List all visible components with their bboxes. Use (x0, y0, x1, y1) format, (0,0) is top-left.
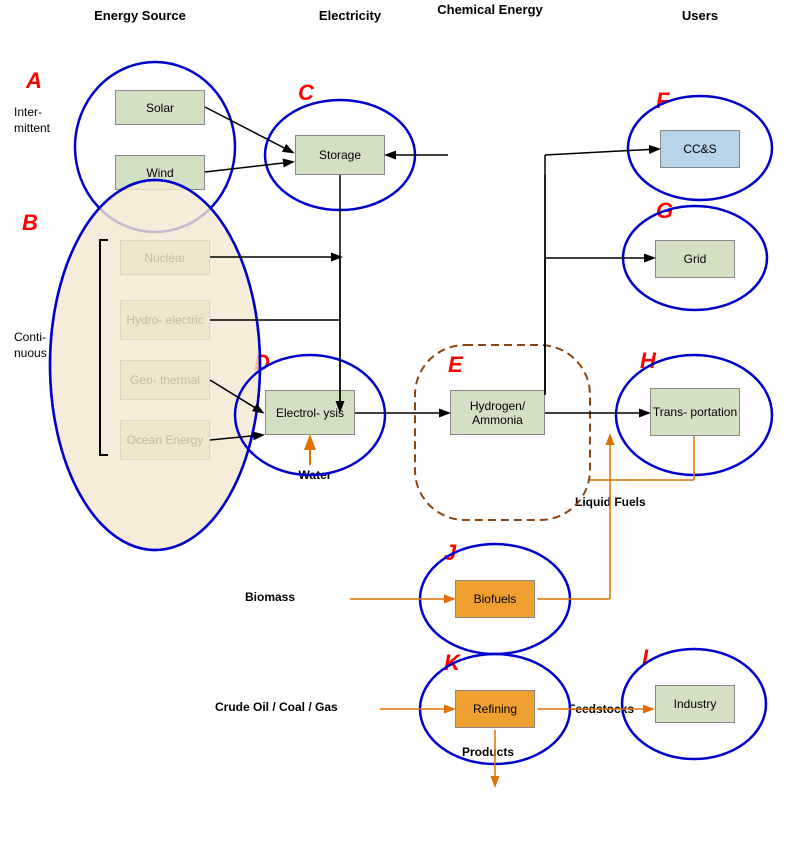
group-K-label: K (444, 650, 460, 676)
geo-box: Geo- thermal (120, 360, 210, 400)
group-C-label: C (298, 80, 314, 106)
hydrogen-box: Hydrogen/ Ammonia (450, 390, 545, 435)
header-energy-source: Energy Source (60, 8, 220, 23)
ccs-box: CC&S (660, 130, 740, 168)
header-users: Users (640, 8, 760, 23)
diagram: Energy Source Electricity Chemical Energ… (0, 0, 800, 863)
intermittent-label: Inter-mittent (14, 105, 56, 136)
biofuels-box: Biofuels (455, 580, 535, 618)
group-I-label: I (642, 645, 648, 671)
refining-box: Refining (455, 690, 535, 728)
continuous-label: Conti-nuous (14, 330, 56, 361)
storage-box: Storage (295, 135, 385, 175)
group-E-label: E (448, 352, 463, 378)
group-F-label: F (656, 88, 669, 114)
industry-box: Industry (655, 685, 735, 723)
products-label: Products (462, 745, 514, 759)
group-H-label: H (640, 348, 656, 374)
header-chemical-energy: Chemical Energy (430, 2, 550, 17)
header-electricity: Electricity (300, 8, 400, 23)
group-G-label: G (656, 198, 673, 224)
group-A-label: A (26, 68, 42, 94)
nuclear-box: Nuclear (120, 240, 210, 275)
group-B-label: B (22, 210, 38, 236)
group-J-label: J (444, 540, 456, 566)
ocean-box: Ocean Energy (120, 420, 210, 460)
solar-box: Solar (115, 90, 205, 125)
feedstocks-label: Feedstocks (568, 702, 634, 716)
transport-box: Trans- portation (650, 388, 740, 436)
biomass-label: Biomass (245, 590, 295, 604)
electrolysis-box: Electrol- ysis (265, 390, 355, 435)
hydro-box: Hydro- electric (120, 300, 210, 340)
grid-box: Grid (655, 240, 735, 278)
wind-box: Wind (115, 155, 205, 190)
liquid-fuels-label: Liquid Fuels (575, 495, 646, 509)
water-label: Water (285, 468, 345, 482)
group-D-label: D (254, 350, 270, 376)
crude-label: Crude Oil / Coal / Gas (215, 700, 338, 714)
